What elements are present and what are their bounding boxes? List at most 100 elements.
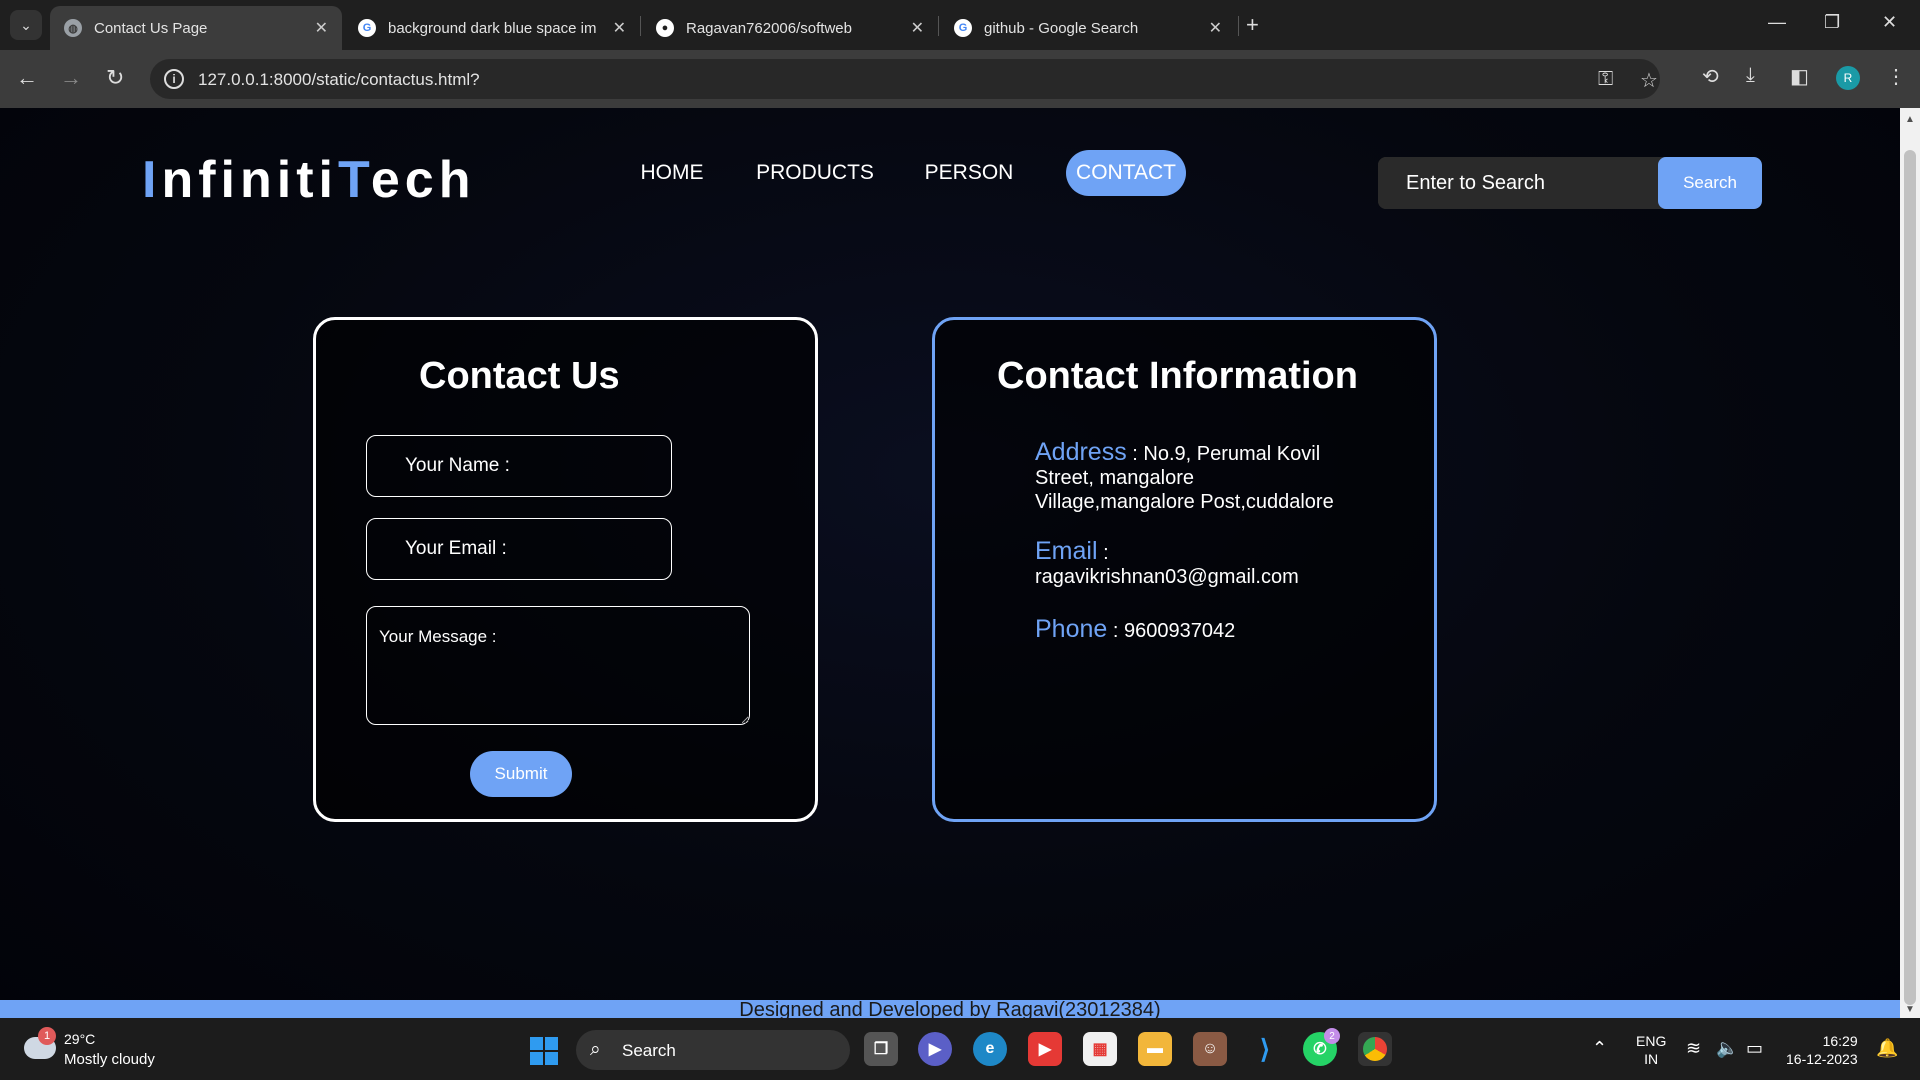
contact-info-card: Contact Information Address : No.9, Peru… bbox=[932, 317, 1437, 822]
scroll-up-icon[interactable]: ▲ bbox=[1905, 114, 1915, 125]
profile-avatar[interactable]: R bbox=[1836, 66, 1860, 90]
store-icon[interactable]: ▦ bbox=[1083, 1032, 1117, 1066]
tab-divider bbox=[1238, 16, 1239, 36]
new-tab-icon[interactable]: + bbox=[1246, 12, 1259, 38]
weather-description[interactable]: Mostly cloudy bbox=[64, 1051, 155, 1068]
restore-icon[interactable]: ❐ bbox=[1824, 12, 1840, 33]
clock-date: 16-12-2023 bbox=[1786, 1051, 1858, 1067]
browser-tab-strip: ⌄ ◍ Contact Us Page ✕ G background dark … bbox=[0, 0, 1920, 50]
weather-temperature[interactable]: 29°C bbox=[64, 1031, 95, 1047]
name-field[interactable] bbox=[366, 435, 672, 497]
phone-label: Phone bbox=[1035, 615, 1108, 643]
notification-bell-icon[interactable]: 🔔 bbox=[1876, 1038, 1898, 1059]
nav-contact[interactable]: CONTACT bbox=[1066, 150, 1186, 196]
system-clock[interactable]: 16:29 16-12-2023 bbox=[1786, 1032, 1858, 1068]
site-search: Search bbox=[1378, 157, 1762, 209]
google-icon: G bbox=[358, 19, 376, 37]
globe-icon: ◍ bbox=[64, 19, 82, 37]
chrome-icon[interactable] bbox=[1358, 1032, 1392, 1066]
phone-block: Phone : 9600937042 bbox=[1035, 617, 1355, 643]
bookmark-star-icon[interactable]: ☆ bbox=[1640, 68, 1658, 93]
logo-accent-letter: I bbox=[142, 151, 162, 209]
contact-info-title: Contact Information bbox=[997, 355, 1358, 397]
contact-form-title: Contact Us bbox=[419, 355, 620, 397]
back-icon[interactable]: ← bbox=[16, 65, 38, 91]
tab-google-search[interactable]: G github - Google Search ✕ bbox=[940, 6, 1236, 50]
photo-app-icon[interactable]: ☺ bbox=[1193, 1032, 1227, 1066]
taskbar-search-label: Search bbox=[622, 1041, 676, 1060]
nav-home[interactable]: HOME bbox=[628, 150, 716, 196]
region-code: IN bbox=[1644, 1051, 1659, 1067]
download-icon[interactable]: ⤓ bbox=[1746, 64, 1755, 87]
tab-title: background dark blue space im bbox=[388, 19, 597, 37]
language-code: ENG bbox=[1636, 1033, 1667, 1049]
nav-products[interactable]: PRODUCTS bbox=[748, 150, 882, 196]
taskbar-search[interactable]: ⌕ Search bbox=[576, 1030, 850, 1070]
close-tab-icon[interactable]: ✕ bbox=[1209, 18, 1222, 38]
site-logo[interactable]: InfinitiTech bbox=[142, 150, 475, 210]
windows-start-icon[interactable] bbox=[530, 1037, 558, 1065]
nav-person[interactable]: PERSON bbox=[916, 150, 1022, 196]
message-field[interactable] bbox=[366, 606, 750, 725]
youtube-icon[interactable]: ▶ bbox=[1028, 1032, 1062, 1066]
email-label: Email bbox=[1035, 537, 1098, 565]
battery-icon[interactable]: ▭ bbox=[1746, 1038, 1763, 1059]
close-window-icon[interactable]: ✕ bbox=[1882, 12, 1897, 33]
logo-text: nfiniti bbox=[161, 151, 338, 209]
whatsapp-badge: 2 bbox=[1324, 1028, 1340, 1044]
vscode-icon[interactable]: ⟩ bbox=[1248, 1032, 1282, 1066]
tab-contact-us[interactable]: ◍ Contact Us Page ✕ bbox=[50, 6, 342, 50]
close-tab-icon[interactable]: ✕ bbox=[613, 18, 626, 38]
tab-divider bbox=[938, 16, 939, 36]
teams-icon[interactable]: ▶ bbox=[918, 1032, 952, 1066]
tab-divider bbox=[640, 16, 641, 36]
edge-icon[interactable]: e bbox=[973, 1032, 1007, 1066]
reload-icon[interactable]: ↻ bbox=[106, 65, 124, 91]
address-bar[interactable]: i 127.0.0.1:8000/static/contactus.html? … bbox=[150, 59, 1660, 99]
extension-icon[interactable]: ⟲ bbox=[1702, 64, 1719, 89]
url-text[interactable]: 127.0.0.1:8000/static/contactus.html? bbox=[198, 70, 480, 90]
task-view-icon[interactable]: ❐ bbox=[864, 1032, 898, 1066]
side-panel-icon[interactable]: ◧ bbox=[1790, 64, 1809, 89]
search-icon: ⌕ bbox=[590, 1039, 601, 1060]
site-search-button[interactable]: Search bbox=[1658, 157, 1762, 209]
language-indicator[interactable]: ENG IN bbox=[1636, 1032, 1666, 1068]
forward-icon[interactable]: → bbox=[60, 65, 82, 91]
site-info-icon[interactable]: i bbox=[164, 69, 184, 89]
tab-background-search[interactable]: G background dark blue space im ✕ bbox=[344, 6, 640, 50]
email-block: Email : ragavikrishnan03@gmail.com bbox=[1035, 539, 1355, 589]
contact-form-card: Contact Us Submit bbox=[313, 317, 818, 822]
scroll-down-icon[interactable]: ▼ bbox=[1905, 1004, 1915, 1015]
address-label: Address bbox=[1035, 438, 1127, 466]
close-tab-icon[interactable]: ✕ bbox=[315, 18, 328, 38]
wifi-icon[interactable]: ≋ bbox=[1686, 1038, 1701, 1059]
page-viewport: InfinitiTech HOME PRODUCTS PERSON CONTAC… bbox=[0, 108, 1900, 1018]
site-search-input[interactable] bbox=[1378, 157, 1658, 209]
tab-title: Ragavan762006/softweb bbox=[686, 19, 852, 37]
tab-search-menu-icon[interactable]: ⌄ bbox=[10, 10, 42, 40]
password-key-icon[interactable]: ⚿ bbox=[1598, 68, 1613, 91]
page-footer: Designed and Developed by Ragavi(2301238… bbox=[0, 1000, 1900, 1018]
clock-time: 16:29 bbox=[1822, 1033, 1858, 1049]
github-icon: ● bbox=[656, 19, 674, 37]
volume-icon[interactable]: 🔈 bbox=[1716, 1038, 1738, 1059]
scrollbar-thumb[interactable] bbox=[1904, 150, 1916, 1005]
browser-toolbar: ← → ↻ i 127.0.0.1:8000/static/contactus.… bbox=[0, 50, 1920, 108]
email-field[interactable] bbox=[366, 518, 672, 580]
minimize-icon[interactable]: — bbox=[1768, 12, 1786, 33]
tab-title: github - Google Search bbox=[984, 19, 1139, 37]
file-explorer-icon[interactable]: ▬ bbox=[1138, 1032, 1172, 1066]
page-scrollbar[interactable]: ▲ ▼ bbox=[1900, 108, 1920, 1018]
show-hidden-icons[interactable]: ⌃ bbox=[1592, 1038, 1607, 1059]
logo-text: ech bbox=[370, 151, 476, 209]
logo-accent-letter: T bbox=[337, 151, 371, 209]
tab-title: Contact Us Page bbox=[94, 19, 208, 37]
submit-button[interactable]: Submit bbox=[470, 751, 572, 797]
close-tab-icon[interactable]: ✕ bbox=[911, 18, 924, 38]
phone-value: : 9600937042 bbox=[1112, 620, 1236, 642]
windows-taskbar: 1 29°C Mostly cloudy ⌕ Search ❐ ▶ e ▶ ▦ … bbox=[0, 1018, 1920, 1080]
more-menu-icon[interactable]: ⋮ bbox=[1886, 64, 1906, 89]
weather-badge: 1 bbox=[38, 1027, 56, 1045]
google-icon: G bbox=[954, 19, 972, 37]
tab-github-repo[interactable]: ● Ragavan762006/softweb ✕ bbox=[642, 6, 938, 50]
